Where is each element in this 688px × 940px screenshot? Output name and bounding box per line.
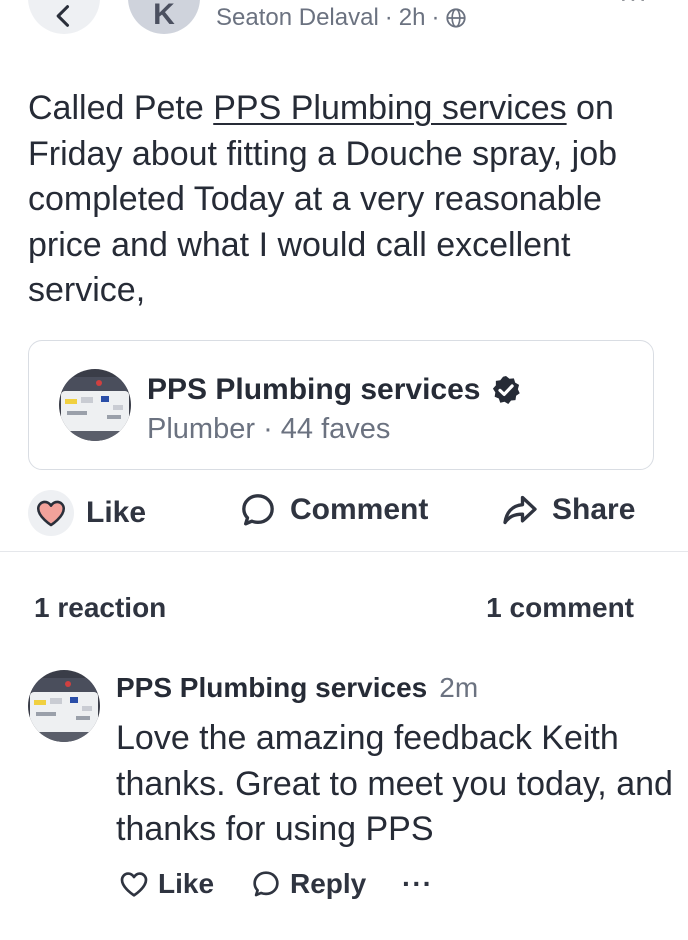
globe-icon: [446, 8, 467, 28]
post-text: Called Pete PPS Plumbing services on Fri…: [28, 86, 668, 314]
like-icon-bubble: [28, 490, 74, 536]
subtitle-separator: ·: [263, 413, 273, 445]
comment-more-button[interactable]: ···: [402, 868, 433, 900]
author-avatar[interactable]: K: [128, 0, 200, 34]
chevron-left-icon: [56, 5, 70, 27]
reply-bubble-icon: [253, 871, 279, 897]
business-name-text: PPS Plumbing services: [147, 373, 481, 406]
commenter-avatar[interactable]: [28, 670, 100, 742]
share-label: Share: [552, 493, 636, 526]
reactions-count[interactable]: 1 reaction: [34, 592, 166, 624]
business-avatar: [59, 369, 131, 441]
business-subtitle: Plumber · 44 faves: [147, 413, 390, 446]
verified-badge-icon: [493, 376, 521, 404]
comment-label: Comment: [290, 493, 429, 526]
comment-header: PPS Plumbing services 2m: [116, 672, 478, 704]
post-text-start: Called Pete: [28, 89, 214, 127]
post-meta: Seaton Delaval · 2h ·: [216, 4, 467, 32]
business-faves: 44 faves: [280, 413, 391, 445]
meta-separator: ·: [384, 4, 393, 31]
like-button[interactable]: Like: [28, 490, 146, 536]
comment-like-button[interactable]: Like: [118, 868, 214, 900]
section-divider: [0, 551, 688, 552]
meta-separator: ·: [431, 4, 440, 31]
comment-bubble-icon: [242, 494, 274, 526]
share-arrow-icon: [503, 495, 537, 525]
comment-author[interactable]: PPS Plumbing services: [116, 672, 427, 704]
post-time: 2h: [398, 4, 426, 31]
comment-reply-button[interactable]: Reply: [250, 868, 366, 900]
comment-button[interactable]: Comment: [238, 490, 428, 530]
heart-outline-icon: [120, 872, 148, 897]
post-more-button[interactable]: ···: [619, 0, 648, 13]
comment-like-label: Like: [158, 868, 215, 899]
comment-time: 2m: [439, 672, 479, 703]
comment-reply-label: Reply: [290, 868, 367, 899]
business-mention-link[interactable]: PPS Plumbing services: [213, 89, 566, 127]
heart-icon: [36, 500, 66, 527]
business-card[interactable]: PPS Plumbing services Plumber · 44 faves: [28, 340, 654, 470]
like-label: Like: [86, 496, 147, 529]
comments-count[interactable]: 1 comment: [486, 592, 634, 624]
author-initial: K: [153, 0, 175, 31]
back-button[interactable]: [28, 0, 100, 34]
post-location: Seaton Delaval: [216, 4, 379, 31]
comment-text: Love the amazing feedback Keith thanks. …: [116, 719, 673, 848]
business-category: Plumber: [147, 413, 255, 445]
business-name: PPS Plumbing services: [147, 373, 522, 407]
share-button[interactable]: Share: [500, 490, 635, 530]
